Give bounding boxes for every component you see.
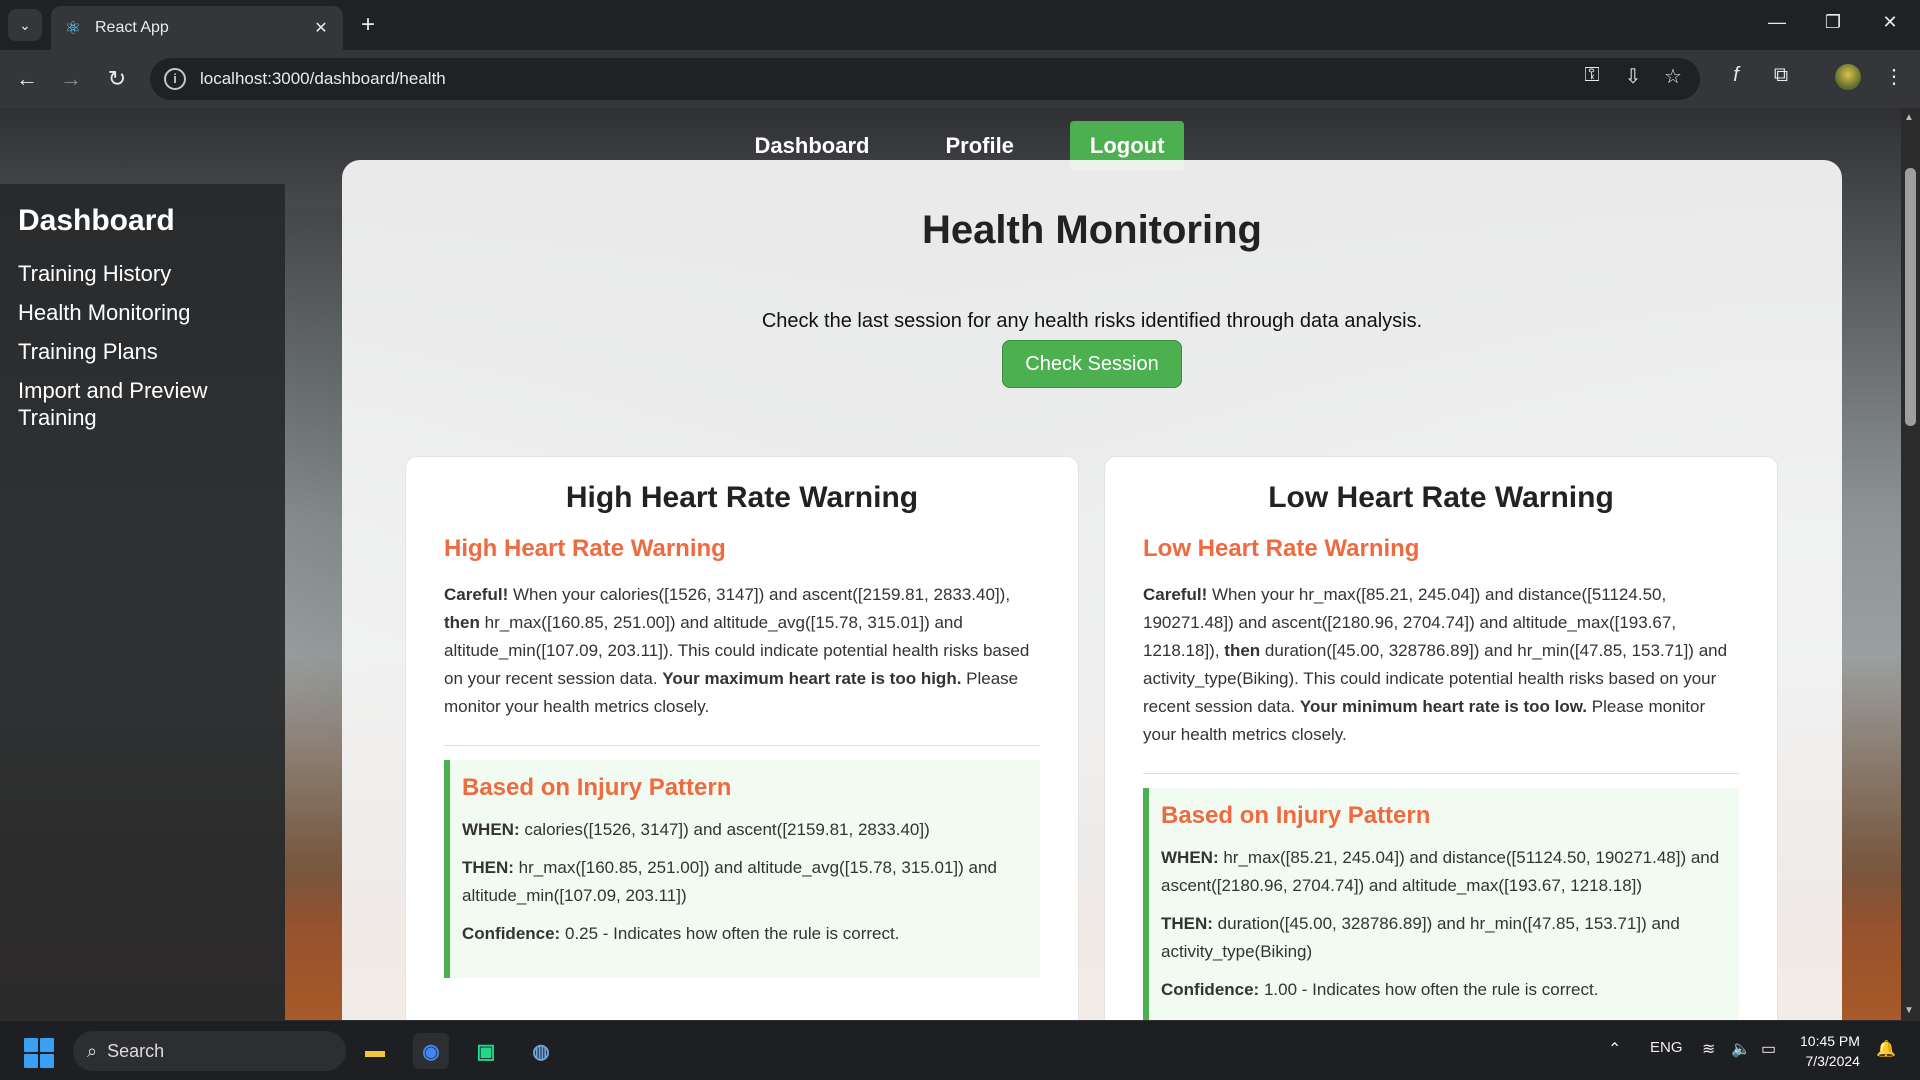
- extensions-puzzle-icon[interactable]: ⧉: [1766, 64, 1796, 87]
- new-tab-button[interactable]: +: [354, 11, 382, 39]
- injury-pattern-box: Based on Injury Pattern WHEN: calories([…: [444, 760, 1040, 978]
- scrollbar-thumb[interactable]: [1905, 168, 1916, 426]
- when-value: calories([1526, 3147]) and ascent([2159.…: [519, 820, 930, 839]
- sidebar-item-training-plans[interactable]: Training Plans: [18, 338, 285, 365]
- taskbar-search-label: Search: [107, 1040, 165, 1061]
- low-heart-rate-card: Low Heart Rate Warning Low Heart Rate Wa…: [1104, 456, 1778, 1020]
- profile-avatar[interactable]: [1835, 64, 1861, 90]
- taskbar-search[interactable]: ⌕ Search: [73, 1031, 346, 1071]
- forward-arrow-icon[interactable]: →: [56, 64, 86, 94]
- restore-button[interactable]: ❐: [1813, 12, 1853, 33]
- browser-tab-bar: ⌄ ⚛ React App ✕ + — ❐ ✕: [0, 0, 1920, 50]
- battery-icon[interactable]: ▭: [1761, 1039, 1776, 1059]
- windows-taskbar: ⌕ Search ▬ ◉ ▣ ◍ ⌃ ENG ≋ 🔈 ▭ 10:45 PM 7/…: [0, 1020, 1920, 1080]
- address-bar[interactable]: i localhost:3000/dashboard/health: [150, 58, 1700, 100]
- then-label: then: [1224, 641, 1261, 660]
- page-scrollbar[interactable]: ▲ ▼: [1901, 108, 1920, 1020]
- tray-chevron-icon[interactable]: ⌃: [1608, 1039, 1621, 1059]
- clock-date: 7/3/2024: [1805, 1053, 1860, 1069]
- install-app-icon[interactable]: ⇩: [1619, 64, 1647, 89]
- sidebar: Dashboard Training History Health Monito…: [0, 184, 285, 1020]
- volume-icon[interactable]: 🔈: [1731, 1039, 1751, 1059]
- then-value: hr_max([160.85, 251.00]) and altitude_av…: [462, 858, 997, 905]
- careful-label: Careful!: [1143, 585, 1208, 604]
- minimize-button[interactable]: —: [1757, 12, 1797, 33]
- then-value: duration([45.00, 328786.89]) and hr_min(…: [1161, 914, 1680, 961]
- browser-tab[interactable]: ⚛ React App ✕: [51, 6, 343, 50]
- notification-bell-icon[interactable]: 🔔: [1876, 1039, 1896, 1059]
- desc-text-1: When your calories([1526, 3147]) and asc…: [508, 585, 1011, 604]
- browser-toolbar: ← → ↻ i localhost:3000/dashboard/health …: [0, 50, 1920, 108]
- then-label: then: [444, 613, 480, 632]
- warning-emphasis: Your maximum heart rate is too high.: [662, 669, 962, 688]
- reload-icon[interactable]: ↻: [102, 64, 132, 94]
- high-heart-rate-card: High Heart Rate Warning High Heart Rate …: [405, 456, 1079, 1020]
- sidebar-item-import-preview[interactable]: Import and Preview Training: [18, 377, 285, 431]
- pattern-then: THEN: hr_max([160.85, 251.00]) and altit…: [462, 854, 1028, 910]
- card-subheading: Low Heart Rate Warning: [1143, 535, 1420, 562]
- url-text[interactable]: localhost:3000/dashboard/health: [200, 69, 446, 89]
- confidence-label: Confidence:: [1161, 980, 1260, 999]
- then-label: THEN:: [1161, 914, 1213, 933]
- when-value: hr_max([85.21, 245.04]) and distance([51…: [1161, 848, 1720, 895]
- formula-extension-icon[interactable]: f: [1721, 64, 1751, 87]
- password-key-icon[interactable]: ⚿: [1578, 64, 1606, 87]
- pattern-when: WHEN: calories([1526, 3147]) and ascent(…: [462, 816, 1028, 844]
- warning-emphasis: Your minimum heart rate is too low.: [1299, 697, 1588, 716]
- confidence-label: Confidence:: [462, 924, 561, 943]
- intro-text: Check the last session for any health ri…: [761, 310, 1423, 332]
- file-explorer-icon[interactable]: ▬: [357, 1033, 393, 1069]
- search-icon: ⌕: [87, 1040, 98, 1061]
- scroll-up-icon[interactable]: ▲: [1904, 112, 1914, 123]
- pattern-then: THEN: duration([45.00, 328786.89]) and h…: [1161, 910, 1727, 966]
- sidebar-item-health-monitoring[interactable]: Health Monitoring: [18, 299, 285, 326]
- wifi-icon[interactable]: ≋: [1702, 1039, 1715, 1059]
- pycharm-icon[interactable]: ▣: [468, 1033, 504, 1069]
- tab-title: React App: [95, 19, 169, 36]
- card-subheading: High Heart Rate Warning: [444, 535, 726, 562]
- page-viewport: Dashboard Profile Logout Health Monitori…: [0, 108, 1901, 1020]
- menu-dots-icon[interactable]: ⋮: [1879, 64, 1909, 89]
- pattern-title: Based on Injury Pattern: [1161, 802, 1431, 829]
- page-title: Health Monitoring: [922, 208, 1262, 252]
- postgresql-icon[interactable]: ◍: [523, 1033, 559, 1069]
- tab-close-icon[interactable]: ✕: [311, 18, 331, 38]
- warning-description: Careful! When your hr_max([85.21, 245.04…: [1143, 581, 1739, 749]
- taskbar-clock[interactable]: 10:45 PM 7/3/2024: [1800, 1031, 1860, 1071]
- divider: [444, 745, 1040, 746]
- when-label: WHEN:: [1161, 848, 1219, 867]
- sidebar-item-training-history[interactable]: Training History: [18, 260, 285, 287]
- react-logo-icon: ⚛: [64, 18, 82, 38]
- language-indicator[interactable]: ENG: [1650, 1039, 1683, 1056]
- bookmark-star-icon[interactable]: ☆: [1659, 64, 1687, 89]
- warning-description: Careful! When your calories([1526, 3147]…: [444, 581, 1040, 721]
- injury-pattern-box: Based on Injury Pattern WHEN: hr_max([85…: [1143, 788, 1739, 1020]
- check-session-button[interactable]: Check Session: [1002, 340, 1182, 388]
- windows-start-icon[interactable]: [24, 1038, 54, 1068]
- window-close-button[interactable]: ✕: [1870, 12, 1910, 33]
- clock-time: 10:45 PM: [1800, 1033, 1860, 1049]
- divider: [1143, 773, 1739, 774]
- card-heading: High Heart Rate Warning: [565, 481, 919, 514]
- pattern-title: Based on Injury Pattern: [462, 774, 732, 801]
- when-label: WHEN:: [462, 820, 520, 839]
- card-heading: Low Heart Rate Warning: [1268, 481, 1614, 514]
- tab-search-button[interactable]: ⌄: [8, 9, 42, 41]
- scroll-down-icon[interactable]: ▼: [1904, 1005, 1914, 1016]
- site-info-icon[interactable]: i: [164, 68, 186, 90]
- main-content-panel: Health Monitoring Check the last session…: [342, 160, 1842, 1020]
- sidebar-menu: Training History Health Monitoring Train…: [0, 260, 285, 431]
- confidence-value: 0.25 - Indicates how often the rule is c…: [560, 924, 900, 943]
- pattern-when: WHEN: hr_max([85.21, 245.04]) and distan…: [1161, 844, 1727, 900]
- sidebar-title: Dashboard: [18, 204, 175, 237]
- pattern-confidence: Confidence: 0.25 - Indicates how often t…: [462, 920, 1028, 948]
- pattern-confidence: Confidence: 1.00 - Indicates how often t…: [1161, 976, 1727, 1004]
- chrome-icon[interactable]: ◉: [413, 1033, 449, 1069]
- confidence-value: 1.00 - Indicates how often the rule is c…: [1259, 980, 1599, 999]
- careful-label: Careful!: [444, 585, 509, 604]
- back-arrow-icon[interactable]: ←: [12, 64, 42, 94]
- then-label: THEN:: [462, 858, 514, 877]
